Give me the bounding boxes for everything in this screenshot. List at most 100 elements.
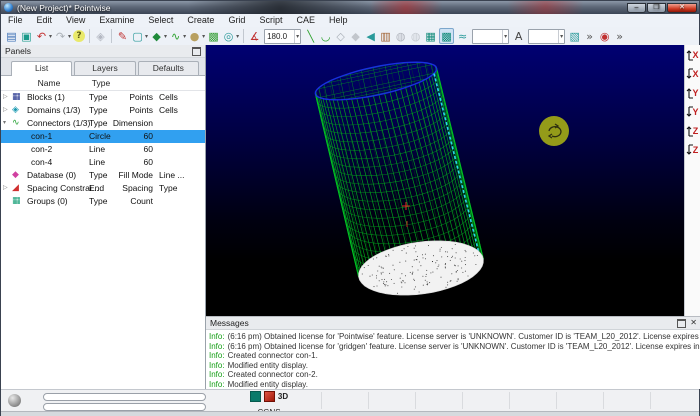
status-bar: 3D CGNS bbox=[1, 389, 699, 411]
layer-select-combo[interactable]: ▾ bbox=[528, 29, 565, 44]
mask-entities-icon: ◉ bbox=[598, 29, 611, 44]
two-point-curve-icon: ╲ bbox=[304, 29, 317, 44]
axis-view-toolbar: XXYYZZ bbox=[684, 45, 700, 316]
axis-arrow-icon bbox=[686, 124, 694, 138]
distribute-tool-button[interactable]: ◆ bbox=[349, 28, 362, 44]
solver-select-combo[interactable]: ▾ bbox=[472, 29, 509, 44]
close-messages-icon[interactable]: ✕ bbox=[690, 319, 697, 327]
tree-cell-name: con-4 bbox=[31, 157, 52, 168]
menu-examine[interactable]: Examine bbox=[92, 14, 141, 27]
axis-label: Z bbox=[693, 127, 699, 136]
help-button[interactable]: ? bbox=[73, 28, 85, 44]
layer-assign-button[interactable]: ▧ bbox=[568, 28, 581, 44]
text-annotation-button[interactable]: A bbox=[512, 28, 525, 44]
view-plus-x-button[interactable]: X bbox=[686, 47, 700, 63]
close-button[interactable]: ✕ bbox=[667, 3, 697, 13]
redo-button[interactable]: ↷▾ bbox=[54, 28, 71, 44]
float-panel-icon[interactable] bbox=[192, 47, 201, 56]
minimize-button[interactable]: – bbox=[627, 3, 646, 13]
unstructured-domain-button[interactable]: ▩ bbox=[439, 28, 454, 44]
viewport-3d[interactable] bbox=[206, 45, 684, 316]
cae-dimension: 3D bbox=[278, 392, 288, 401]
overflow-right-button[interactable]: » bbox=[613, 28, 626, 44]
structured-domain-button[interactable]: ▦ bbox=[424, 28, 437, 44]
view-plus-z-button[interactable]: Z bbox=[686, 123, 700, 139]
menu-help[interactable]: Help bbox=[322, 14, 355, 27]
tree-expander-icon[interactable]: ▾ bbox=[3, 118, 6, 129]
menu-view[interactable]: View bbox=[59, 14, 92, 27]
title-bar[interactable]: (New Project)* Pointwise – ❐ ✕ bbox=[1, 1, 699, 14]
menu-script[interactable]: Script bbox=[252, 14, 289, 27]
tree-row[interactable]: ▷◢Spacing Constrai...EndSpacingType bbox=[1, 182, 205, 195]
tree-column-type[interactable]: Type bbox=[79, 78, 123, 88]
status-cell-divider bbox=[556, 392, 557, 409]
message-text: Modified entity display. bbox=[228, 380, 308, 389]
redo-icon: ↷ bbox=[54, 29, 67, 44]
axis-arrow-icon bbox=[686, 48, 694, 62]
tree-row[interactable]: ▷▦Blocks (1)TypePointsCells bbox=[1, 91, 205, 104]
image-capture-button[interactable]: ▩ bbox=[207, 28, 220, 44]
tree-row[interactable]: ▦Groups (0)TypeCount bbox=[1, 195, 205, 208]
tree-row[interactable]: con-2Line60 bbox=[1, 143, 205, 156]
chevron-down-icon: ▾ bbox=[145, 33, 148, 40]
menu-grid[interactable]: Grid bbox=[221, 14, 252, 27]
menu-create[interactable]: Create bbox=[180, 14, 221, 27]
show-hide-entities-button[interactable]: ◈ bbox=[94, 28, 107, 44]
tree-row[interactable]: ▷◈Domains (1/3)TypePointsCells bbox=[1, 104, 205, 117]
tree-cell-name: con-2 bbox=[31, 144, 52, 155]
join-connectors-button[interactable]: ≈ bbox=[456, 28, 469, 44]
create-connector-button[interactable]: ∿▾ bbox=[169, 28, 186, 44]
messages-body[interactable]: Info:(6:16 pm) Obtained license for 'Poi… bbox=[206, 330, 700, 390]
tree-row[interactable]: ◆Database (0)TypeFill ModeLine ... bbox=[1, 169, 205, 182]
open-file-button[interactable]: ▣ bbox=[20, 28, 33, 44]
save-button[interactable]: ▤ bbox=[5, 28, 18, 44]
angle-combo[interactable]: 180.0▾ bbox=[264, 29, 301, 44]
circle-curve-button[interactable]: ◡ bbox=[319, 28, 332, 44]
view-style-button[interactable]: ▢▾ bbox=[131, 28, 148, 44]
message-level: Info: bbox=[209, 342, 225, 351]
tree-expander-icon[interactable]: ▷ bbox=[3, 183, 8, 194]
tree-row[interactable]: con-1Circle60 bbox=[1, 130, 205, 143]
mesh-sphere-structured-button[interactable]: ◍ bbox=[394, 28, 407, 44]
view-plus-y-button[interactable]: Y bbox=[686, 85, 700, 101]
view-style-icon: ▢ bbox=[131, 29, 144, 44]
tab-layers[interactable]: Layers bbox=[74, 61, 135, 75]
orbit-view-button[interactable]: ◎▾ bbox=[222, 28, 239, 44]
dimension-tool-button[interactable]: ◇ bbox=[334, 28, 347, 44]
entity-filter-button[interactable]: ◆▾ bbox=[150, 28, 167, 44]
tree-column-name[interactable]: Name bbox=[19, 78, 79, 88]
extrude-block-button[interactable]: ▥ bbox=[379, 28, 392, 44]
tree-row[interactable]: con-4Line60 bbox=[1, 156, 205, 169]
view-minus-x-button[interactable]: X bbox=[686, 66, 700, 82]
status-cell-divider bbox=[650, 392, 651, 409]
status-cell-divider bbox=[368, 392, 369, 409]
view-minus-y-button[interactable]: Y bbox=[686, 104, 700, 120]
status-cell-divider bbox=[509, 392, 510, 409]
rotation-angle-button[interactable]: ∡ bbox=[248, 28, 261, 44]
toolbar-separator bbox=[111, 29, 112, 43]
undo-icon: ↶ bbox=[35, 29, 48, 44]
undo-button[interactable]: ↶▾ bbox=[35, 28, 52, 44]
menu-select[interactable]: Select bbox=[141, 14, 180, 27]
messages-title: Messages bbox=[210, 318, 249, 328]
tree-row[interactable]: ▾∿Connectors (1/3)TypeDimension bbox=[1, 117, 205, 130]
assemble-wedge-button[interactable]: ◀ bbox=[364, 28, 377, 44]
tree-expander-icon[interactable]: ▷ bbox=[3, 105, 8, 116]
float-messages-icon[interactable] bbox=[677, 319, 686, 328]
mask-entities-button[interactable]: ◉ bbox=[598, 28, 611, 44]
mesh-sphere-unstructured-button[interactable]: ◍ bbox=[409, 28, 422, 44]
extrude-block-icon: ▥ bbox=[379, 29, 392, 44]
tree-expander-icon[interactable]: ▷ bbox=[3, 92, 8, 103]
tab-defaults[interactable]: Defaults bbox=[138, 61, 199, 75]
database-sphere-button[interactable]: ●▾ bbox=[188, 28, 205, 44]
maximize-button[interactable]: ❐ bbox=[647, 3, 666, 13]
menu-file[interactable]: File bbox=[1, 14, 30, 27]
overflow-left-button[interactable]: » bbox=[583, 28, 596, 44]
display-attributes-button[interactable]: ✎ bbox=[116, 28, 129, 44]
view-minus-z-button[interactable]: Z bbox=[686, 142, 700, 158]
menu-edit[interactable]: Edit bbox=[30, 14, 60, 27]
two-point-curve-button[interactable]: ╲ bbox=[304, 28, 317, 44]
tree-cell-value2: Line ... bbox=[159, 170, 185, 181]
tab-list[interactable]: List bbox=[11, 61, 72, 76]
menu-cae[interactable]: CAE bbox=[289, 14, 322, 27]
